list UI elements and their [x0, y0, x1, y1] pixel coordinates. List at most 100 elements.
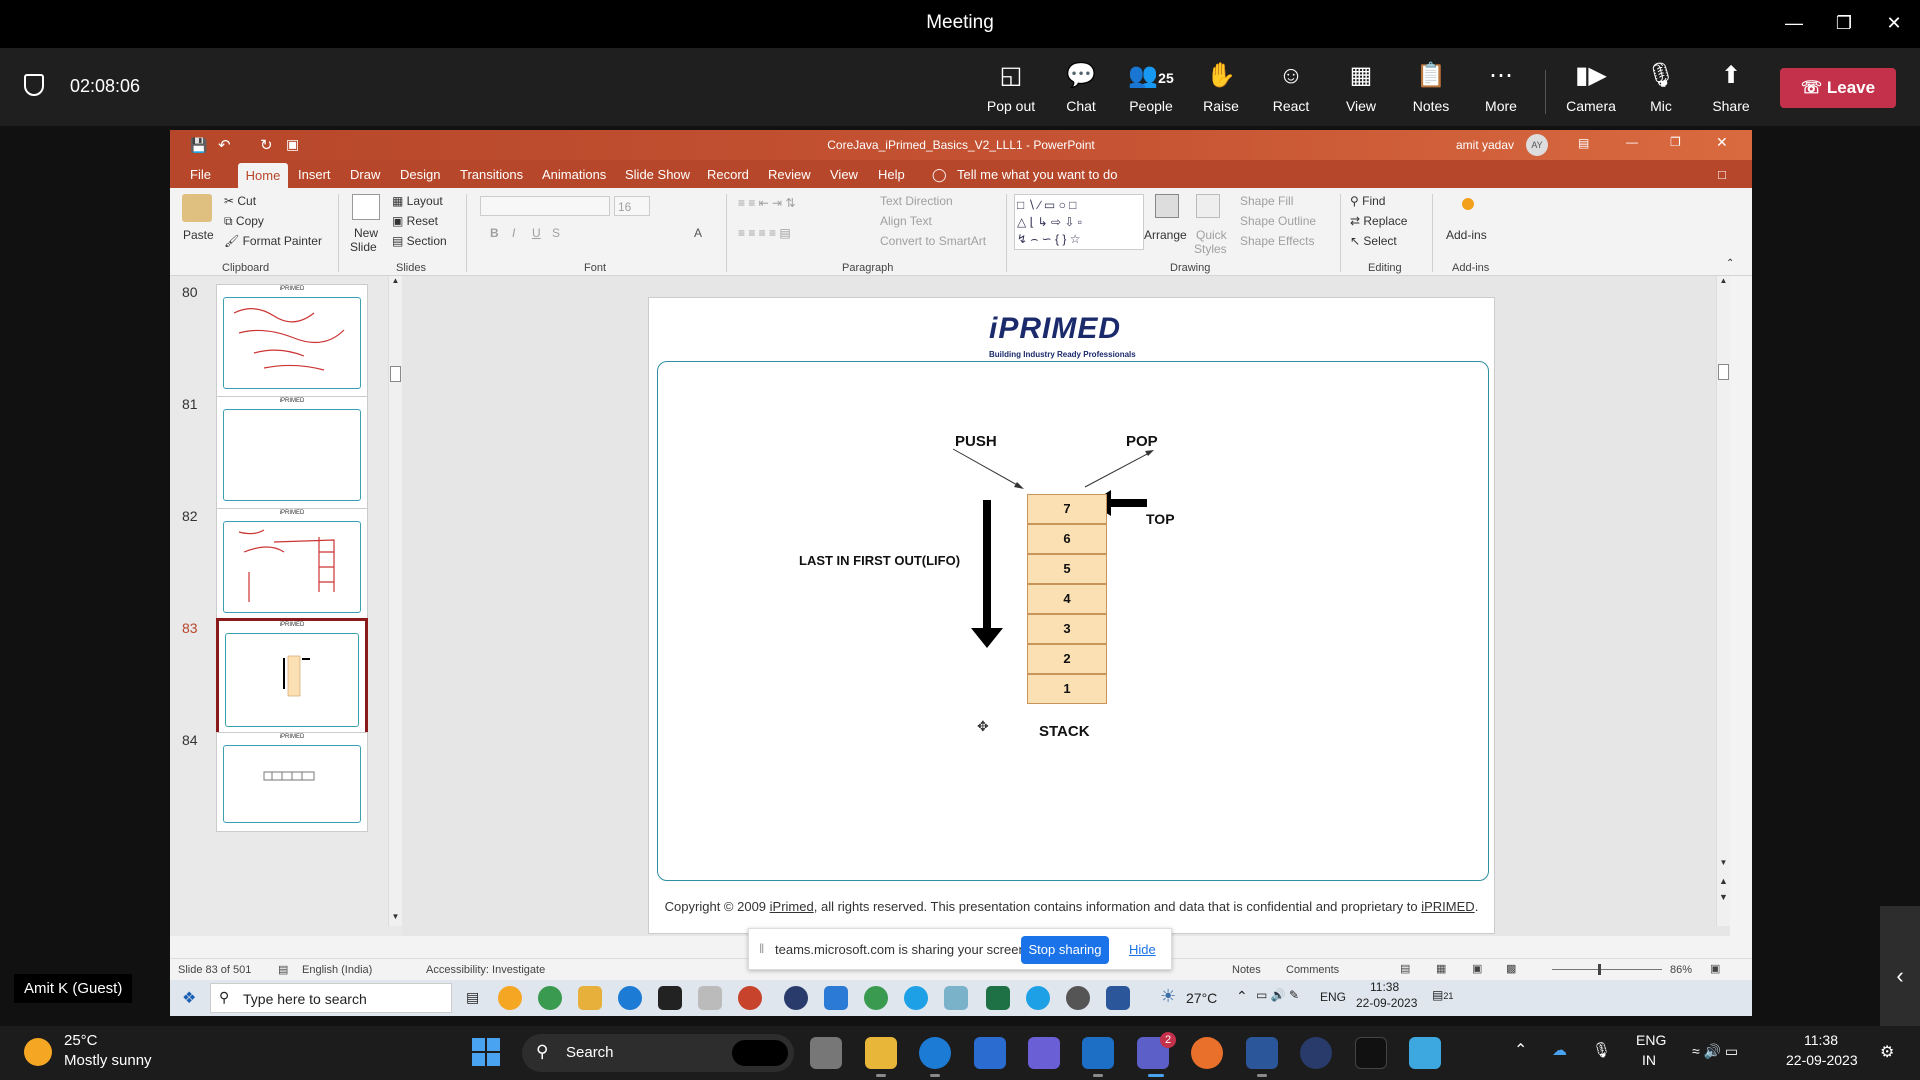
- taskbar-search[interactable]: ⚲ Search: [522, 1034, 794, 1072]
- reset-button[interactable]: ▣ Reset: [392, 214, 438, 228]
- copyright-link[interactable]: iPrimed: [770, 899, 814, 914]
- edge-icon[interactable]: [618, 986, 642, 1010]
- tell-me-search[interactable]: Tell me what you want to do: [957, 167, 1117, 182]
- collapse-ribbon-icon[interactable]: ⌃: [1726, 258, 1734, 269]
- select-button[interactable]: ↖ Select: [1350, 234, 1397, 248]
- intellij-icon[interactable]: [1355, 1037, 1387, 1069]
- taskbar-search-box[interactable]: ⚲ Type here to search: [210, 983, 452, 1013]
- app-icon[interactable]: [1191, 1037, 1223, 1069]
- terminal-icon[interactable]: [658, 986, 682, 1010]
- comments-toggle[interactable]: Comments: [1286, 964, 1339, 976]
- tab-insert[interactable]: Insert: [298, 167, 331, 182]
- weather-temp[interactable]: 25°C: [64, 1032, 98, 1049]
- tab-help[interactable]: Help: [878, 167, 905, 182]
- font-size-field[interactable]: 16: [614, 196, 650, 216]
- ppt-restore-icon[interactable]: ❐: [1670, 135, 1681, 149]
- quick-styles-icon[interactable]: [1196, 194, 1220, 218]
- align-text-button[interactable]: Align Text: [880, 214, 932, 228]
- fit-slide-icon[interactable]: ▣: [1710, 962, 1720, 975]
- tab-view[interactable]: View: [830, 167, 858, 182]
- scroll-thumb[interactable]: [390, 366, 401, 382]
- scroll-down-icon[interactable]: ▼: [389, 912, 402, 921]
- more-button[interactable]: ⋯ More: [1466, 60, 1536, 114]
- windows-start-icon[interactable]: [472, 1038, 500, 1066]
- inner-date[interactable]: 22-09-2023: [1356, 996, 1417, 1010]
- app-icon[interactable]: [1409, 1037, 1441, 1069]
- chrome-icon[interactable]: [864, 986, 888, 1010]
- spellcheck-icon[interactable]: ▤: [278, 963, 288, 976]
- weather-sun-icon[interactable]: [24, 1038, 52, 1066]
- zoom-level[interactable]: 86%: [1670, 964, 1692, 976]
- section-button[interactable]: ▤ Section: [392, 234, 447, 248]
- scroll-up-icon[interactable]: ▲: [1717, 276, 1730, 285]
- ppt-close-icon[interactable]: ✕: [1716, 134, 1728, 151]
- find-button[interactable]: ⚲ Find: [1350, 194, 1385, 208]
- format-painter-button[interactable]: 🖌 Format Painter: [224, 234, 322, 248]
- chevron-up-icon[interactable]: ⌃: [1514, 1040, 1527, 1060]
- app-icon[interactable]: [784, 986, 808, 1010]
- word-icon[interactable]: [1246, 1037, 1278, 1069]
- taskbar-date[interactable]: 22-09-2023: [1786, 1052, 1858, 1068]
- shadow-icon[interactable]: S: [552, 226, 560, 240]
- copyright-link[interactable]: iPRIMED: [1421, 899, 1474, 914]
- app-icon[interactable]: [698, 986, 722, 1010]
- mic-button[interactable]: 🎙 Mic: [1626, 60, 1696, 114]
- folder-icon[interactable]: [578, 986, 602, 1010]
- ppt-minimize-icon[interactable]: —: [1626, 135, 1638, 149]
- app-icon[interactable]: [1066, 986, 1090, 1010]
- app-icon[interactable]: [944, 986, 968, 1010]
- language-line2[interactable]: IN: [1642, 1052, 1656, 1068]
- inner-language[interactable]: ENG: [1320, 990, 1346, 1004]
- drag-handle-icon[interactable]: ‖: [759, 941, 764, 956]
- notes-button[interactable]: 📋 Notes: [1396, 60, 1466, 114]
- shape-outline-button[interactable]: Shape Outline: [1240, 214, 1316, 228]
- notification-icon[interactable]: ▤21: [1432, 988, 1453, 1002]
- pop-out-button[interactable]: ◱ Pop out: [976, 60, 1046, 114]
- prev-slide-icon[interactable]: ▲: [1717, 876, 1730, 886]
- chrome-icon[interactable]: [538, 986, 562, 1010]
- weather-desc[interactable]: Mostly sunny: [64, 1052, 152, 1069]
- ribbon-display-icon[interactable]: ▤: [1578, 136, 1589, 150]
- stop-sharing-button[interactable]: Stop sharing: [1021, 936, 1109, 964]
- tab-review[interactable]: Review: [768, 167, 811, 182]
- inner-time[interactable]: 11:38: [1370, 980, 1399, 994]
- app-icon[interactable]: [498, 986, 522, 1010]
- text-direction-button[interactable]: Text Direction: [880, 194, 953, 208]
- slide-thumbnail[interactable]: iPRIMED: [216, 284, 368, 398]
- hide-button[interactable]: Hide: [1129, 942, 1156, 957]
- slide-scrollbar[interactable]: ▲ ▼ ▲ ▼: [1716, 276, 1730, 926]
- restore-icon[interactable]: ❐: [1824, 8, 1864, 38]
- tab-home[interactable]: Home: [238, 163, 288, 188]
- new-slide-label2[interactable]: Slide: [350, 240, 377, 254]
- store-icon[interactable]: [974, 1037, 1006, 1069]
- align-icons[interactable]: ≡ ≡ ≡ ≡ ▤: [738, 226, 791, 240]
- bullets-icon[interactable]: ≡ ≡ ⇤ ⇥ ⇅: [738, 196, 796, 210]
- camera-button[interactable]: ▮▶ Camera: [1556, 60, 1626, 114]
- paste-button[interactable]: Paste: [183, 228, 214, 242]
- addins-button[interactable]: Add-ins: [1446, 228, 1487, 242]
- view-button[interactable]: ▦ View: [1326, 60, 1396, 114]
- font-name-field[interactable]: [480, 196, 610, 216]
- tab-animations[interactable]: Animations: [542, 167, 606, 182]
- close-icon[interactable]: ✕: [1874, 8, 1914, 38]
- tab-draw[interactable]: Draw: [350, 167, 380, 182]
- shapes-gallery[interactable]: □ ∖ ∕ ▭ ○ □ △ ⌊ ↳ ⇨ ⇩ ▫ ↯ ⌢ ∽ { } ☆: [1014, 194, 1144, 250]
- copy-button[interactable]: ⧉ Copy: [224, 214, 264, 229]
- powerpoint-icon[interactable]: [738, 986, 762, 1010]
- system-tray-icons[interactable]: ▭ 🔊 ✎: [1256, 988, 1299, 1002]
- chevron-left-icon[interactable]: ‹: [1880, 906, 1920, 1046]
- vscode-icon[interactable]: [824, 986, 848, 1010]
- excel-icon[interactable]: [986, 986, 1010, 1010]
- shape-effects-button[interactable]: Shape Effects: [1240, 234, 1315, 248]
- chevron-up-icon[interactable]: ⌃: [1236, 988, 1248, 1005]
- task-view-icon[interactable]: ▤: [466, 989, 479, 1006]
- cut-button[interactable]: ✂ Cut: [224, 194, 256, 208]
- quick-styles-label2[interactable]: Styles: [1194, 242, 1227, 256]
- normal-view-icon[interactable]: ▤: [1400, 962, 1410, 975]
- slide-thumbnail[interactable]: iPRIMED: [216, 508, 368, 622]
- shape-fill-button[interactable]: Shape Fill: [1240, 194, 1293, 208]
- arrange-button[interactable]: Arrange: [1144, 228, 1187, 242]
- outlook-icon[interactable]: [1082, 1037, 1114, 1069]
- language-status[interactable]: English (India): [302, 964, 372, 976]
- skype-icon[interactable]: [904, 986, 928, 1010]
